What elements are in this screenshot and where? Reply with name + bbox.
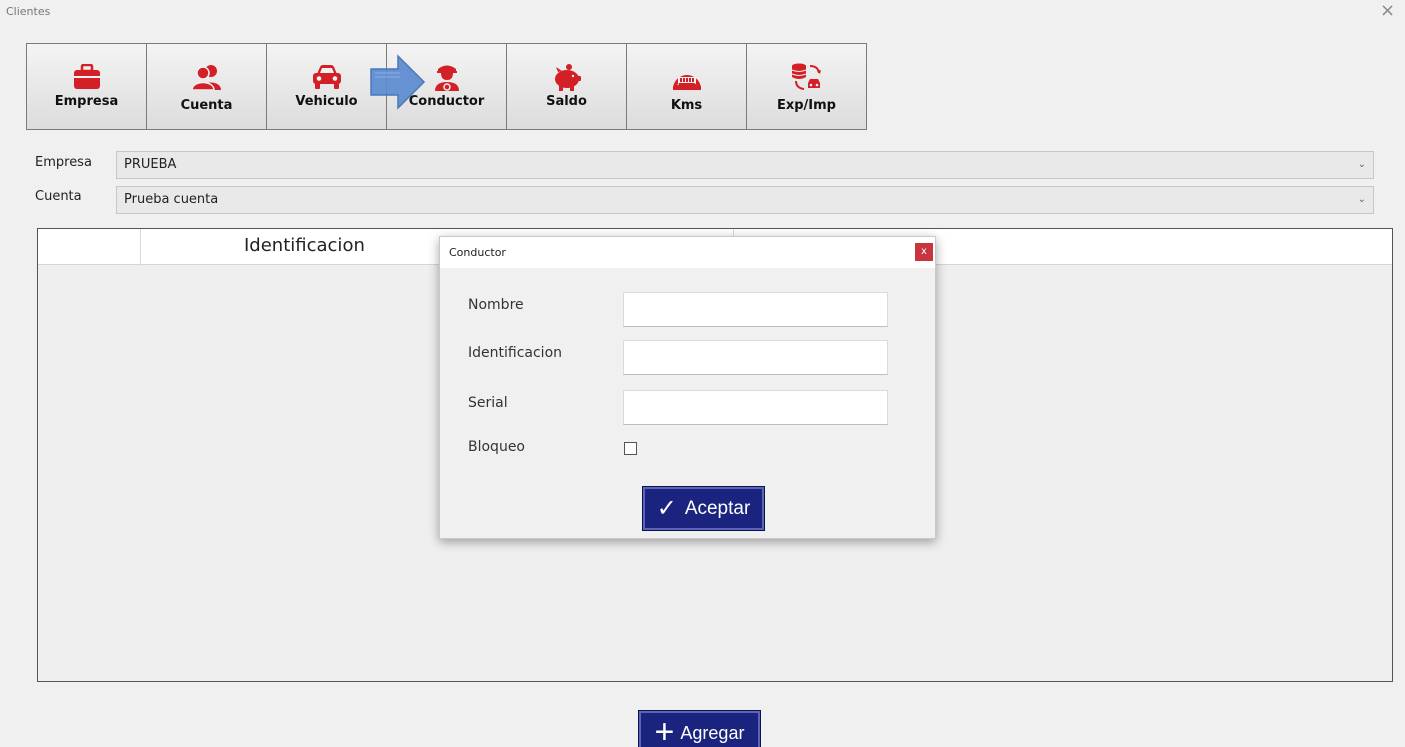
dialog-titlebar: Conductor x: [440, 237, 935, 268]
bloqueo-label: Bloqueo: [468, 439, 525, 455]
toolbar-button-exp-imp[interactable]: Exp/Imp: [746, 43, 867, 130]
odometer-icon: [671, 62, 703, 92]
accept-button[interactable]: ✓ Aceptar: [642, 486, 765, 531]
cuenta-label: Cuenta: [35, 189, 82, 204]
nombre-label: Nombre: [468, 297, 524, 313]
bloqueo-checkbox[interactable]: [624, 442, 637, 455]
toolbar-label: Vehiculo: [295, 94, 358, 109]
cuenta-select-value: Prueba cuenta: [124, 192, 219, 207]
serial-label: Serial: [468, 395, 508, 411]
chevron-down-icon: ⌄: [1357, 194, 1366, 205]
main-toolbar: Empresa Cuenta Vehiculo Conductor Saldo …: [26, 43, 867, 130]
check-icon: ✓: [656, 494, 677, 522]
conductor-dialog: Conductor x Nombre Identificacion Serial…: [439, 236, 936, 539]
piggy-bank-icon: [552, 62, 582, 92]
car-icon: [311, 62, 343, 92]
toolbar-label: Empresa: [54, 94, 119, 109]
add-button-label: Agregar: [680, 722, 745, 743]
identificacion-label: Identificacion: [468, 345, 563, 361]
toolbar-button-cuenta[interactable]: Cuenta: [146, 43, 267, 130]
toolbar-label: Exp/Imp: [776, 98, 836, 113]
plus-icon: +: [654, 713, 675, 747]
toolbar-button-empresa[interactable]: Empresa: [26, 43, 147, 130]
empresa-select[interactable]: PRUEBA ⌄: [116, 151, 1374, 179]
toolbar-label: Kms: [670, 98, 703, 113]
briefcase-icon: [73, 62, 101, 92]
toolbar-label: Saldo: [546, 94, 587, 109]
database-car-icon: [790, 62, 824, 92]
users-icon: [191, 62, 222, 92]
toolbar-button-vehiculo[interactable]: Vehiculo: [266, 43, 387, 130]
dialog-title: Conductor: [449, 246, 506, 259]
toolbar-button-saldo[interactable]: Saldo: [506, 43, 627, 130]
empresa-label: Empresa: [35, 155, 92, 170]
cuenta-select[interactable]: Prueba cuenta ⌄: [116, 186, 1374, 214]
nombre-field[interactable]: [623, 292, 888, 327]
add-button[interactable]: + Agregar: [638, 710, 761, 747]
serial-field[interactable]: [623, 390, 888, 425]
driver-icon: [434, 62, 460, 92]
toolbar-label: Cuenta: [180, 98, 233, 113]
empresa-select-value: PRUEBA: [124, 157, 177, 172]
grid-header-cell[interactable]: [38, 229, 141, 265]
identificacion-field[interactable]: [623, 340, 888, 375]
window-close-button[interactable]: ×: [1380, 0, 1395, 22]
accept-button-label: Aceptar: [684, 497, 751, 519]
dialog-close-button[interactable]: x: [915, 243, 933, 261]
chevron-down-icon: ⌄: [1357, 159, 1366, 170]
arrow-right-icon: [370, 54, 426, 114]
window-title: Clientes: [6, 5, 51, 18]
toolbar-button-kms[interactable]: Kms: [626, 43, 747, 130]
